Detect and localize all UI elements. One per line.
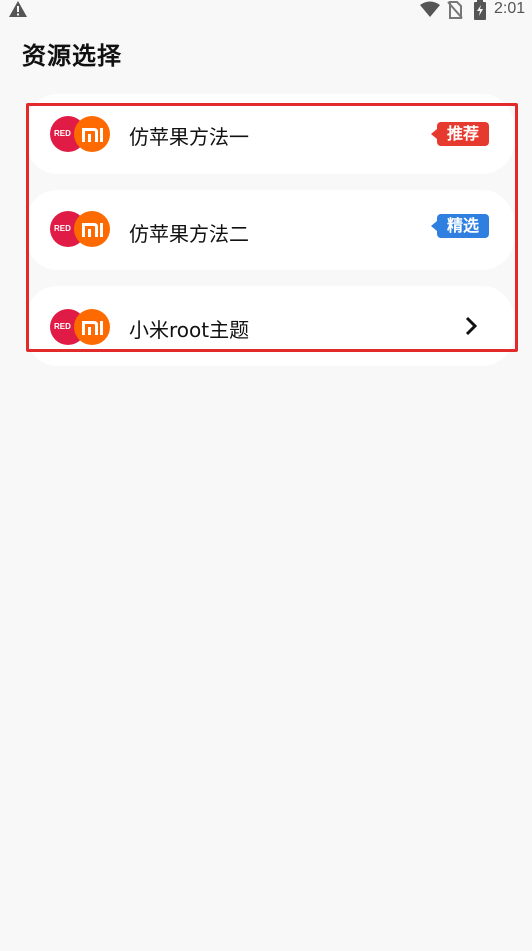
- no-sim-icon: [447, 1, 463, 23]
- battery-charging-icon: [474, 0, 486, 24]
- chevron-right-icon: [464, 316, 478, 340]
- list-item-label: 仿苹果方法一: [129, 125, 249, 149]
- clock: 2:01: [494, 0, 526, 17]
- wifi-icon: [420, 1, 440, 21]
- mi-logo-icon: [74, 309, 110, 345]
- warning-icon: [9, 1, 27, 21]
- list-item-root-theme[interactable]: RED 小米root主题: [26, 286, 514, 366]
- list-item-label: 小米root主题: [129, 318, 250, 342]
- recommend-badge: 推荐: [431, 122, 489, 146]
- redmi-mi-logo: RED: [50, 209, 110, 249]
- list-item-method-1[interactable]: RED 仿苹果方法一 推荐: [26, 94, 514, 174]
- list-item-method-2[interactable]: RED 仿苹果方法二 精选: [26, 190, 514, 270]
- page-title: 资源选择: [22, 42, 122, 70]
- mi-logo-icon: [74, 116, 110, 152]
- status-bar: 2:01: [0, 0, 532, 20]
- mi-logo-icon: [74, 211, 110, 247]
- redmi-mi-logo: RED: [50, 307, 110, 347]
- featured-badge: 精选: [431, 214, 489, 238]
- list-item-label: 仿苹果方法二: [129, 222, 249, 246]
- redmi-mi-logo: RED: [50, 114, 110, 154]
